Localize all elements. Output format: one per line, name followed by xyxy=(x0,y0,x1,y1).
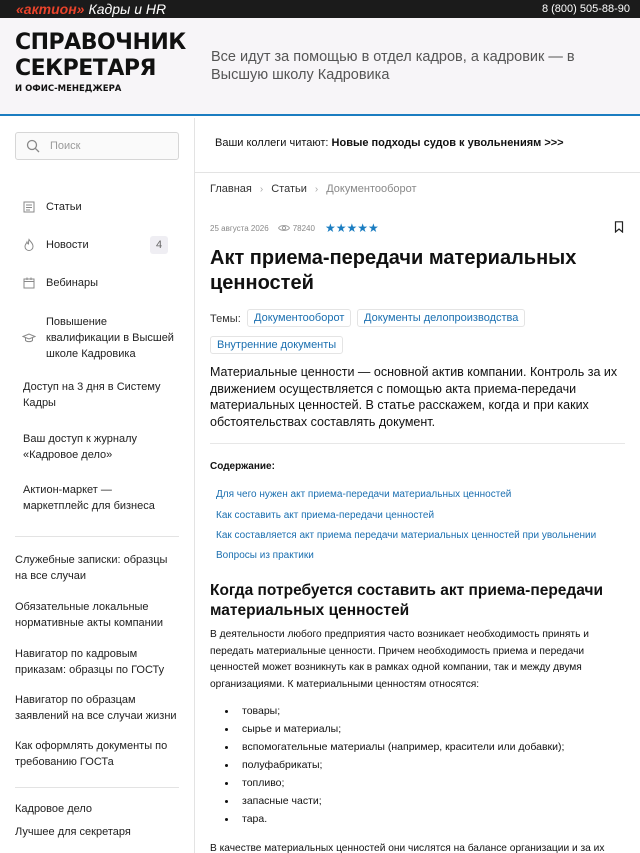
sidebar-item-news[interactable]: Новости xyxy=(22,238,89,252)
promo-link[interactable]: Новые подходы судов к увольнениям >>> xyxy=(332,137,564,149)
logo-line-2: СЕКРЕТАРЯ xyxy=(15,56,156,81)
sidebar-item-articles[interactable]: Статьи xyxy=(22,200,82,214)
sidebar-link-best-secretary[interactable]: Лучшее для секретаря xyxy=(15,824,180,840)
logo-line-1: СПРАВОЧНИК xyxy=(15,30,186,55)
sidebar: Поиск Статьи Новости 4 Вебинары Повышени… xyxy=(0,118,195,853)
list-item: сырье и материалы; xyxy=(225,720,564,738)
article-meta: 25 августа 2026 78240 ★★★★★ xyxy=(210,221,379,235)
section-paragraph: В деятельности любого предприятия часто … xyxy=(210,629,589,690)
brand-subtitle[interactable]: Кадры и HR xyxy=(88,1,166,17)
aktion-logo[interactable]: «актион» xyxy=(16,1,84,17)
materials-list: товары; сырье и материалы; вспомогательн… xyxy=(225,702,564,828)
toc-link[interactable]: Как составить акт приема-передачи ценнос… xyxy=(216,510,434,521)
promo-prefix: Ваши коллеги читают: xyxy=(215,137,332,149)
sidebar-link-gost-docs[interactable]: Как оформлять документы по требованию ГО… xyxy=(15,738,180,770)
article-views: 78240 xyxy=(292,223,315,233)
header-tagline[interactable]: Все идут за помощью в отдел кадров, а ка… xyxy=(211,48,611,84)
themes-label: Темы: xyxy=(210,313,241,325)
sidebar-link-applications[interactable]: Навигатор по образцам заявлений на все с… xyxy=(15,692,180,724)
eye-icon xyxy=(277,225,290,231)
logo-line-3: И ОФИС-МЕНЕДЖЕРА xyxy=(15,84,122,94)
calendar-icon xyxy=(22,276,36,290)
top-bar: «актион» Кадры и HR 8 (800) 505-88-90 xyxy=(0,0,640,18)
breadcrumb-home[interactable]: Главная xyxy=(210,183,252,195)
list-item: запасные части; xyxy=(225,792,564,810)
promo-banner: Ваши коллеги читают: Новые подходы судов… xyxy=(215,137,564,149)
breadcrumb-articles[interactable]: Статьи xyxy=(271,183,307,195)
chevron-right-icon: › xyxy=(259,183,264,195)
search-icon xyxy=(26,139,40,153)
breadcrumb-current[interactable]: Документооборот xyxy=(326,183,416,195)
search-placeholder: Поиск xyxy=(50,140,81,152)
toc-title: Содержание: xyxy=(210,461,275,472)
promo-divider xyxy=(195,172,640,173)
sidebar-item-webinars[interactable]: Вебинары xyxy=(22,276,98,290)
sidebar-item-label: Вебинары xyxy=(46,277,98,289)
tag-internal-docs[interactable]: Внутренние документы xyxy=(210,336,344,354)
toc-link[interactable]: Как составляется акт приема передачи мат… xyxy=(216,530,596,541)
sidebar-divider xyxy=(15,787,179,788)
article-lead: Материальные ценности — основной актив к… xyxy=(210,365,618,429)
sidebar-link-system-access[interactable]: Доступ на 3 дня в Систему Кадры xyxy=(23,379,173,411)
section-heading: Когда потребуется составить акт приема-п… xyxy=(210,582,604,619)
tag-documentooborot[interactable]: Документооборот xyxy=(247,309,352,327)
toc-link[interactable]: Вопросы из практики xyxy=(216,550,314,561)
toc-link[interactable]: Для чего нужен акт приема-передачи матер… xyxy=(216,489,511,500)
list-item: тара. xyxy=(225,810,564,828)
tag-deloproizvodstvo[interactable]: Документы делопроизводства xyxy=(357,309,526,327)
lead-divider xyxy=(210,443,625,444)
graduation-cap-icon xyxy=(21,331,37,345)
breadcrumb: Главная › Статьи › Документооборот xyxy=(210,183,417,195)
bookmark-icon[interactable] xyxy=(614,221,624,233)
section-paragraph-tail: В качестве материальных ценностей они чи… xyxy=(210,843,605,853)
article-icon xyxy=(22,200,36,214)
sidebar-item-label: Новости xyxy=(46,239,89,251)
chevron-right-icon: › xyxy=(314,183,319,195)
site-logo[interactable]: СПРАВОЧНИК СЕКРЕТАРЯ И ОФИС-МЕНЕДЖЕРА xyxy=(15,30,186,94)
search-input[interactable]: Поиск xyxy=(15,132,179,160)
sidebar-item-label: Повышение квалификации в Высшей школе Ка… xyxy=(46,316,174,360)
sidebar-link-hr-case[interactable]: Кадровое дело xyxy=(15,801,180,817)
article-title: Акт приема-передачи материальных ценност… xyxy=(210,247,577,294)
site-header: СПРАВОЧНИК СЕКРЕТАРЯ И ОФИС-МЕНЕДЖЕРА Вс… xyxy=(0,18,640,116)
list-item: товары; xyxy=(225,702,564,720)
fire-icon xyxy=(22,238,36,252)
sidebar-item-label: Статьи xyxy=(46,201,82,213)
phone-number[interactable]: 8 (800) 505-88-90 xyxy=(542,3,630,15)
main-content: Ваши коллеги читают: Новые подходы судов… xyxy=(195,118,640,853)
list-item: топливо; xyxy=(225,774,564,792)
sidebar-divider xyxy=(15,536,179,537)
article-date: 25 августа 2026 xyxy=(210,223,269,233)
news-count-badge: 4 xyxy=(150,236,168,254)
list-item: вспомогательные материалы (например, кра… xyxy=(225,738,564,756)
sidebar-link-aktion-market[interactable]: Актион-маркет — маркетплейс для бизнеса xyxy=(23,482,173,514)
sidebar-link-local-acts[interactable]: Обязательные локальные нормативные акты … xyxy=(15,599,180,631)
list-item: полуфабрикаты; xyxy=(225,756,564,774)
sidebar-link-memos[interactable]: Служебные записки: образцы на все случаи xyxy=(15,552,180,584)
sidebar-item-training[interactable]: Повышение квалификации в Высшей школе Ка… xyxy=(21,314,176,362)
sidebar-link-journal-access[interactable]: Ваш доступ к журналу «Кадровое дело» xyxy=(23,431,173,463)
rating-stars[interactable]: ★★★★★ xyxy=(325,221,379,235)
sidebar-link-hr-orders[interactable]: Навигатор по кадровым приказам: образцы … xyxy=(15,646,180,678)
